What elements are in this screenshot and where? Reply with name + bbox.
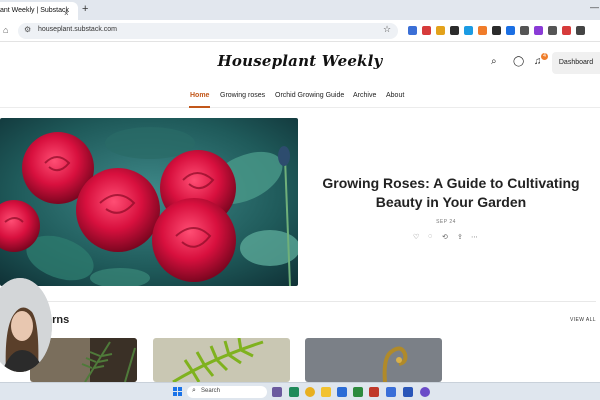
- windows-start-icon[interactable]: [173, 387, 182, 396]
- like-icon[interactable]: ♡: [413, 233, 419, 241]
- browser-tab[interactable]: ant Weekly | Substack ×: [0, 2, 78, 20]
- nav-item-archive[interactable]: Archive: [353, 92, 376, 99]
- view-all-link[interactable]: VIEW ALL: [570, 317, 596, 323]
- post-thumbnail[interactable]: [305, 338, 442, 382]
- browser-extension-icon[interactable]: [464, 26, 473, 35]
- browser-extension-icon[interactable]: [492, 26, 501, 35]
- browser-extension-icon[interactable]: [478, 26, 487, 35]
- publication-header: Houseplant Weekly ⌕ ◯ ♫ 4 Dashboard: [0, 42, 600, 84]
- taskbar-app-icon[interactable]: [272, 387, 282, 397]
- taskbar-app-icon[interactable]: [369, 387, 379, 397]
- section-divider: [0, 301, 596, 302]
- browser-extension-icon[interactable]: [436, 26, 445, 35]
- chrome-taskbar-icon[interactable]: [305, 387, 315, 397]
- publication-nav: Home Growing roses Orchid Growing Guide …: [0, 84, 600, 108]
- dashboard-button[interactable]: Dashboard: [552, 52, 600, 74]
- share-icon[interactable]: ⇪: [457, 233, 463, 241]
- minimize-window-button[interactable]: —: [590, 2, 599, 12]
- more-icon[interactable]: ⋯: [471, 233, 478, 241]
- browser-extension-icon[interactable]: [506, 26, 515, 35]
- browser-tab-strip: ant Weekly | Substack × + —: [0, 0, 600, 20]
- publication-title[interactable]: Houseplant Weekly: [0, 52, 600, 70]
- browser-extension-icon[interactable]: [408, 26, 417, 35]
- folder-taskbar-icon[interactable]: [321, 387, 331, 397]
- browser-extension-icon[interactable]: [562, 26, 571, 35]
- taskbar-search[interactable]: ⌕ Search: [187, 386, 267, 398]
- browser-extension-icon[interactable]: [422, 26, 431, 35]
- browser-extension-icon[interactable]: [520, 26, 529, 35]
- taskbar-search-label: Search: [201, 388, 221, 394]
- address-bar[interactable]: ⚙ houseplant.substack.com ☆: [18, 23, 398, 39]
- tab-title: ant Weekly | Substack: [0, 7, 69, 14]
- taskbar-app-icon[interactable]: [353, 387, 363, 397]
- taskbar-app-icon[interactable]: [403, 387, 413, 397]
- nav-item-home[interactable]: Home: [190, 92, 209, 99]
- notification-badge: 4: [541, 53, 548, 60]
- chat-icon[interactable]: ◯: [513, 56, 524, 67]
- hero-image[interactable]: [0, 118, 298, 286]
- os-taskbar: ⌕ Search: [0, 382, 600, 400]
- active-nav-underline: [189, 106, 210, 108]
- url-text[interactable]: houseplant.substack.com: [38, 26, 117, 33]
- hero-post-title[interactable]: Growing Roses: A Guide to Cultivating Be…: [306, 174, 596, 212]
- nav-item-growing-roses[interactable]: Growing roses: [220, 92, 265, 99]
- browser-extension-icon[interactable]: [576, 26, 585, 35]
- taskbar-app-icon[interactable]: [420, 387, 430, 397]
- taskbar-app-icon[interactable]: [289, 387, 299, 397]
- restack-icon[interactable]: ⟲: [442, 233, 448, 241]
- browser-extension-icon[interactable]: [450, 26, 459, 35]
- taskbar-app-icon[interactable]: [337, 387, 347, 397]
- hero-post-date: SEP 24: [436, 219, 456, 225]
- close-tab-icon[interactable]: ×: [64, 5, 69, 20]
- home-icon[interactable]: ⌂: [3, 25, 8, 35]
- search-icon: ⌕: [192, 387, 196, 394]
- comment-icon[interactable]: ◌: [428, 233, 432, 240]
- post-thumbnail[interactable]: [153, 338, 290, 382]
- site-info-icon[interactable]: ⚙: [24, 25, 31, 34]
- new-tab-button[interactable]: +: [82, 3, 88, 15]
- browser-extension-icon[interactable]: [548, 26, 557, 35]
- browser-toolbar: ⌂ ⚙ houseplant.substack.com ☆: [0, 20, 600, 42]
- bookmark-star-icon[interactable]: ☆: [383, 24, 391, 35]
- taskbar-app-icon[interactable]: [386, 387, 396, 397]
- search-icon[interactable]: ⌕: [491, 56, 497, 67]
- nav-item-about[interactable]: About: [386, 92, 404, 99]
- browser-extension-icon[interactable]: [534, 26, 543, 35]
- nav-item-orchid-guide[interactable]: Orchid Growing Guide: [275, 92, 344, 99]
